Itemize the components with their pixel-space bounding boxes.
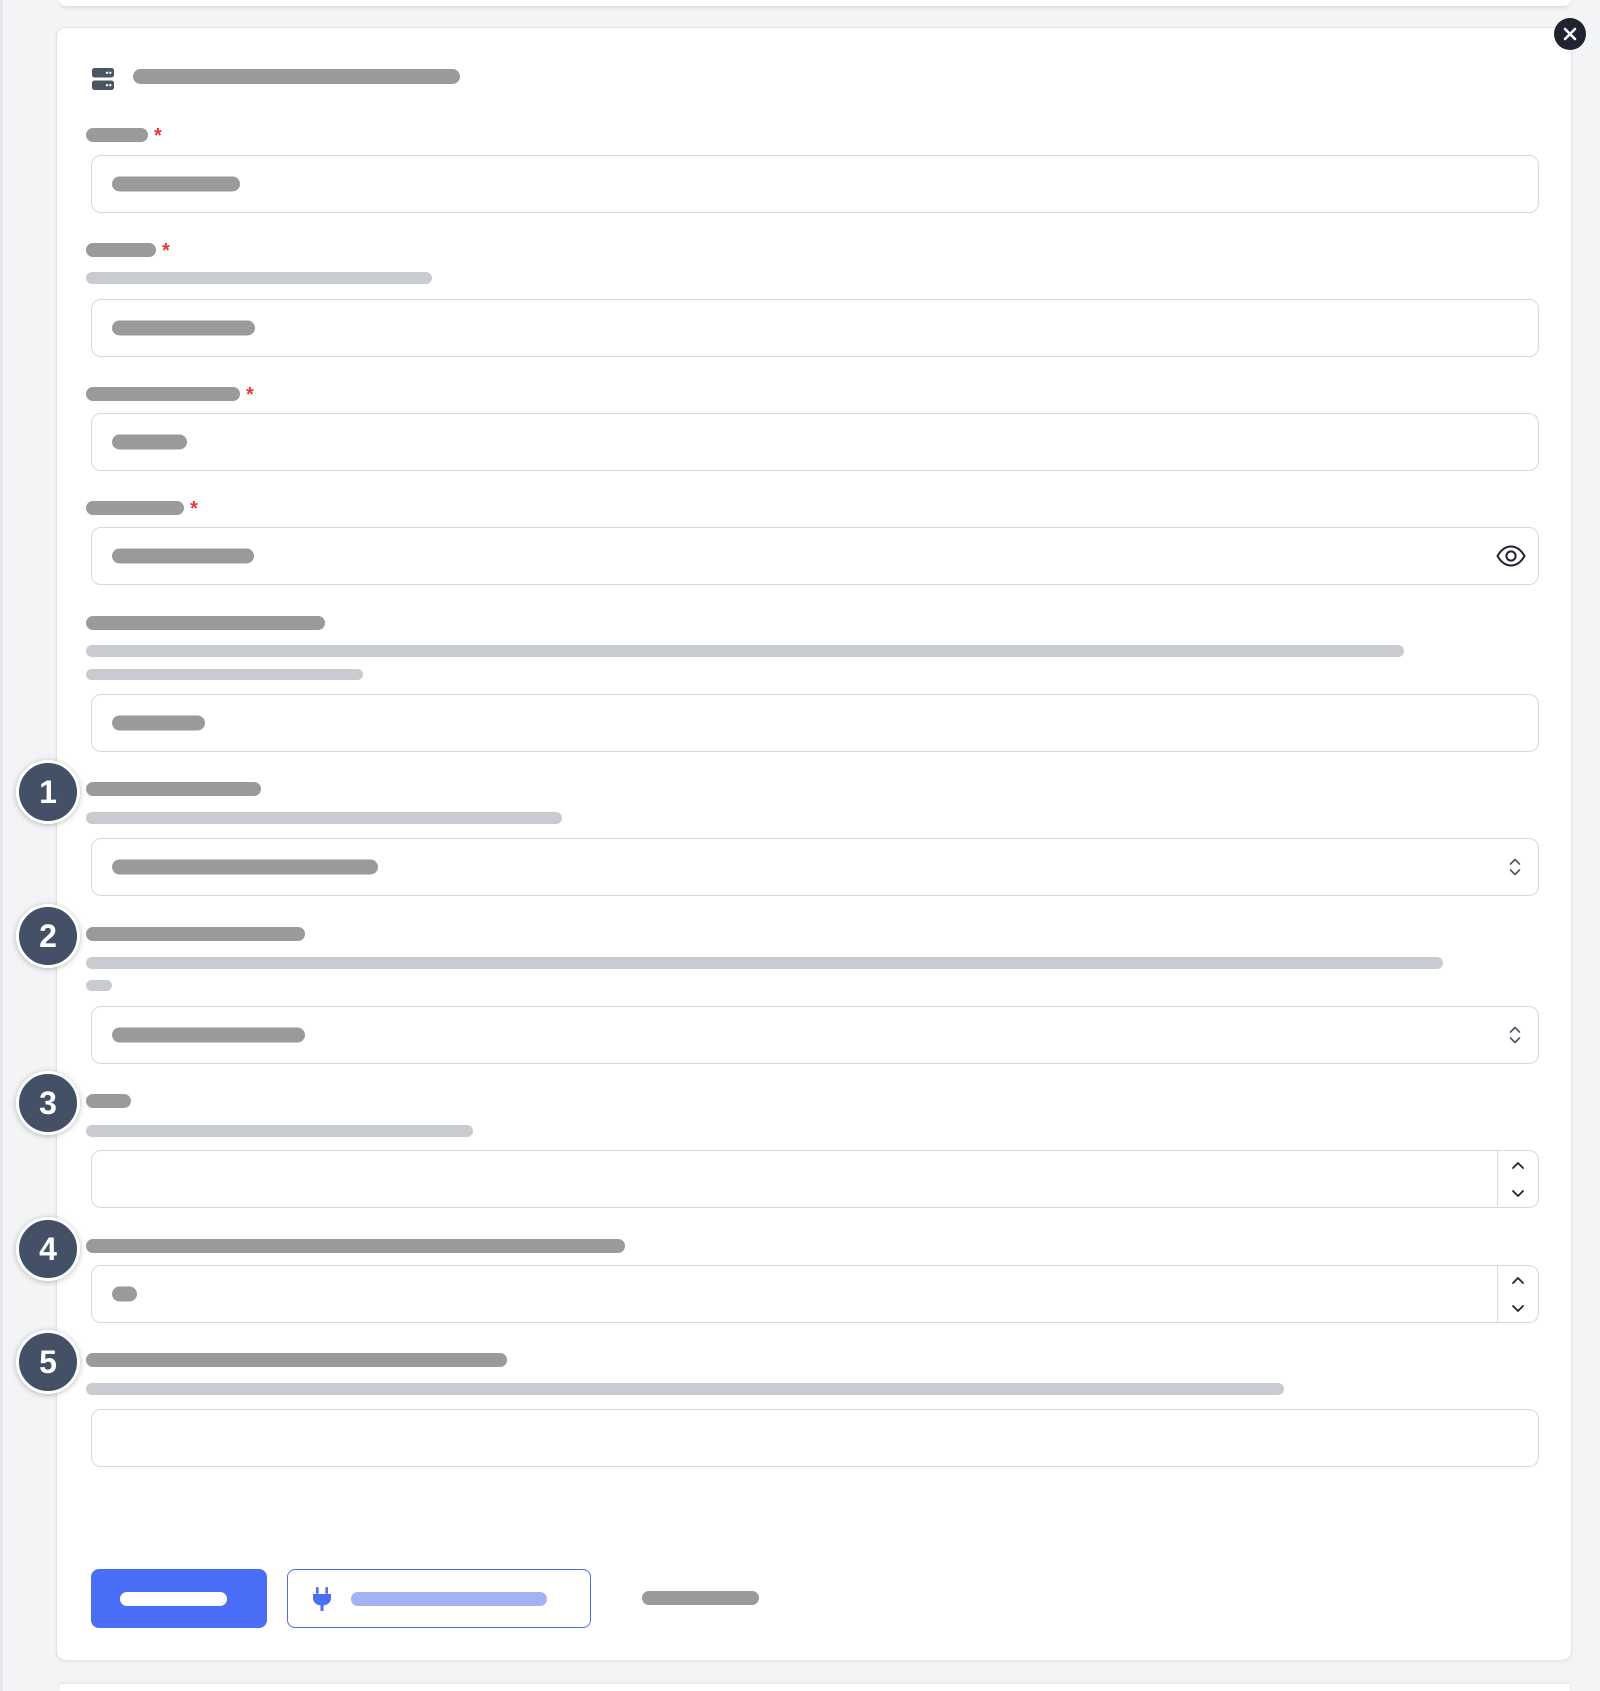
test-connection-label [351,1592,547,1606]
decrement-button[interactable] [1498,1179,1538,1207]
required-marker: * [162,240,170,262]
password-input[interactable] [91,527,1539,585]
field-2-input[interactable] [91,299,1539,357]
cancel-link-label [642,1591,759,1605]
step-2-help-line-2 [86,980,112,991]
password-value [112,548,254,564]
decrement-button[interactable] [1498,1294,1538,1322]
chevron-up-icon [1512,1161,1524,1169]
field-5-help-line-2 [86,669,363,680]
close-icon [1563,27,1577,41]
step-3-help [86,1125,473,1137]
step-4-value [112,1286,137,1302]
eye-icon [1496,545,1526,567]
field-1-label [86,128,148,142]
field-4-label [86,501,184,515]
required-marker: * [190,498,198,520]
field-5-help-line-1 [86,645,1404,657]
field-3-value [112,434,187,450]
submit-button-label [120,1592,227,1606]
step-5-help [86,1383,1284,1395]
step-2-selected-value [112,1027,305,1043]
plug-icon [310,1586,334,1617]
step-2-label [86,927,305,941]
step-badge-4: 4 [16,1217,80,1281]
field-3-label [86,387,240,401]
step-1-help [86,812,562,824]
field-5-value [112,715,205,731]
field-3-input[interactable] [91,413,1539,471]
step-badge-5: 5 [16,1330,80,1394]
chevron-down-icon [1512,1304,1524,1312]
step-1-selected-value [112,859,378,875]
toggle-visibility-button[interactable] [1494,539,1528,573]
field-2-value [112,320,255,336]
previous-card-edge [60,0,1570,6]
step-3-label [86,1094,131,1108]
field-5-input[interactable] [91,694,1539,752]
close-button[interactable] [1554,18,1586,50]
step-3-number-input[interactable] [91,1150,1539,1208]
increment-button[interactable] [1498,1266,1538,1294]
step-5-input[interactable] [91,1409,1539,1467]
step-2-select[interactable] [91,1006,1539,1064]
cancel-link[interactable] [642,1588,768,1608]
step-1-label [86,782,261,796]
step-badge-2: 2 [16,904,80,968]
next-card-edge [60,1684,1570,1691]
test-connection-button[interactable] [287,1569,591,1628]
step-3-stepper [1497,1151,1538,1207]
chevron-up-icon [1512,1276,1524,1284]
field-1-input[interactable] [91,155,1539,213]
chevron-down-icon [1512,1189,1524,1197]
submit-button[interactable] [91,1569,267,1628]
step-1-select[interactable] [91,838,1539,896]
field-1-value [112,176,240,192]
field-2-help [86,272,432,284]
step-4-label [86,1239,625,1253]
step-5-label [86,1353,507,1367]
field-2-label [86,243,156,257]
field-5-label [86,616,325,630]
server-icon [91,67,115,96]
step-badge-3: 3 [16,1071,80,1135]
step-4-number-input[interactable] [91,1265,1539,1323]
required-marker: * [154,125,162,147]
increment-button[interactable] [1498,1151,1538,1179]
chevron-up-down-icon [1508,857,1522,877]
chevron-up-down-icon [1508,1025,1522,1045]
required-marker: * [246,384,254,406]
step-badge-1: 1 [16,760,80,824]
page-edge [0,0,3,1691]
step-2-help-line-1 [86,957,1443,969]
form-title [133,69,460,84]
step-4-stepper [1497,1266,1538,1322]
